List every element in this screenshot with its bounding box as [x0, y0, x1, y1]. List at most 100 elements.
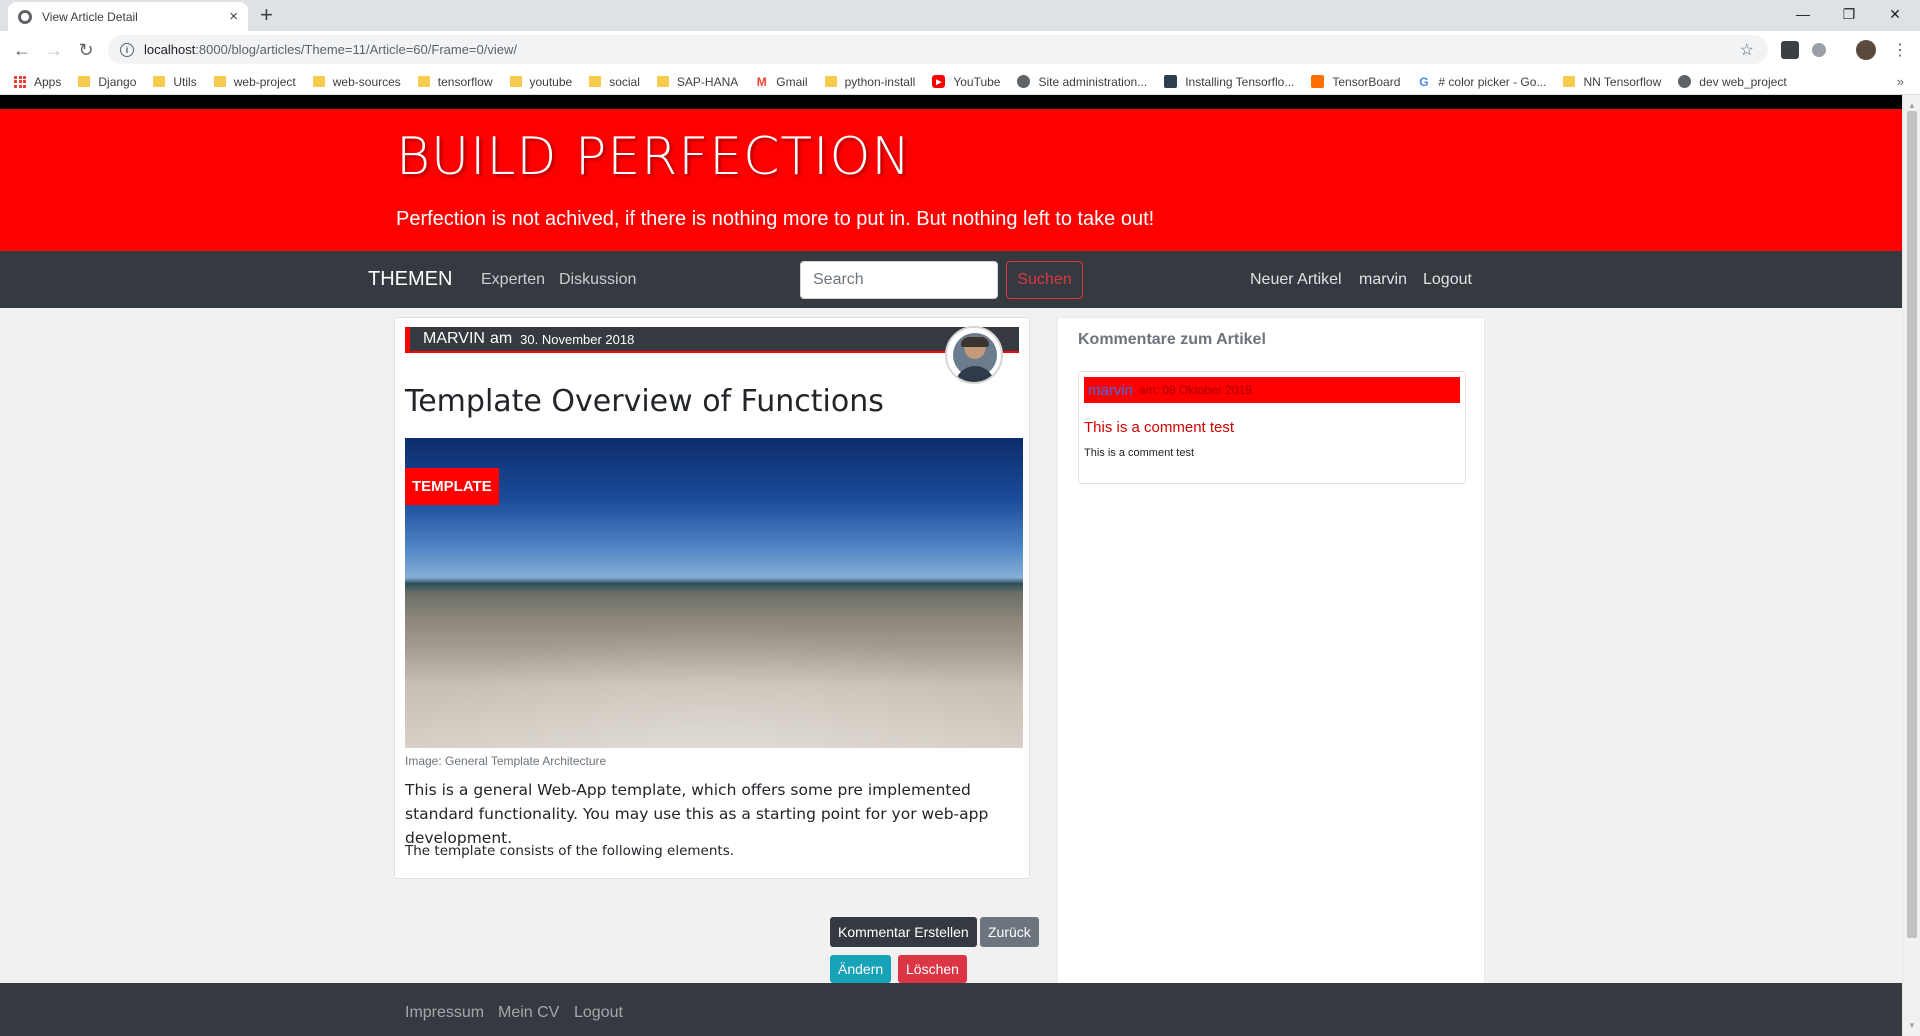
footer-link-impressum[interactable]: Impressum — [405, 1004, 484, 1022]
article-title: Template Overview of Functions — [405, 384, 884, 419]
bookmark-tensorflow[interactable]: tensorflow — [417, 74, 493, 89]
close-tab-icon[interactable]: × — [229, 8, 238, 25]
bookmark-dev-web-project[interactable]: dev web_project — [1678, 74, 1787, 89]
youtube-icon: ▶ — [932, 75, 946, 88]
nav-link-new-article[interactable]: Neuer Artikel — [1250, 271, 1342, 289]
create-comment-button[interactable]: Kommentar Erstellen — [830, 917, 977, 947]
restore-icon[interactable]: ❐ — [1826, 0, 1872, 28]
gmail-icon: M — [755, 74, 769, 89]
url-host: localhost — [144, 42, 196, 57]
bookmark-label: NN Tensorflow — [1583, 74, 1662, 89]
bookmark-label: web-sources — [332, 74, 401, 89]
bookmark-label: SAP-HANA — [676, 74, 739, 89]
back-button[interactable]: Zurück — [980, 917, 1039, 947]
bookmark-label: Apps — [34, 74, 62, 89]
delete-button[interactable]: Löschen — [898, 955, 967, 983]
bookmark-installing-tensorflow[interactable]: Installing Tensorflo... — [1164, 75, 1294, 89]
scroll-down-icon[interactable]: ▼ — [1908, 1021, 1916, 1030]
main-navbar: THEMEN Experten Diskussion Suchen Neuer … — [0, 251, 1902, 308]
menu-kebab-icon[interactable]: ⋮ — [1888, 38, 1912, 62]
article-lead: This is a general Web-App template, whic… — [405, 781, 989, 847]
folder-icon — [656, 76, 669, 87]
reload-icon[interactable]: ↻ — [74, 38, 98, 62]
article-card: MARVIN am 30. November 2018 Template Ove… — [394, 317, 1030, 879]
category-badge[interactable]: TEMPLATE — [405, 468, 499, 505]
comments-panel: Kommentare zum Artikel marvin am: 08 Okt… — [1057, 317, 1485, 1036]
comment-header: marvin am: 08 Oktober 2019 — [1084, 377, 1460, 403]
page-icon — [1164, 75, 1178, 88]
bookmark-site-admin[interactable]: Site administration... — [1017, 75, 1147, 89]
bookmark-youtube[interactable]: ▶ YouTube — [932, 75, 1000, 89]
web-page: BUILD PERFECTION Perfection is not achiv… — [0, 95, 1902, 1036]
author-avatar — [945, 326, 1003, 384]
bookmark-label: tensorflow — [437, 74, 493, 89]
nav-link-experten[interactable]: Experten — [481, 271, 545, 289]
folder-icon — [589, 76, 602, 87]
nav-link-diskussion[interactable]: Diskussion — [559, 271, 636, 289]
bookmark-sap-hana[interactable]: SAP-HANA — [656, 74, 739, 89]
image-sand-sheen — [405, 623, 1023, 748]
back-icon[interactable]: ← — [10, 38, 34, 62]
folder-icon — [417, 76, 430, 87]
bookmark-apps[interactable]: Apps — [14, 75, 61, 89]
comment-title: This is a comment test — [1084, 419, 1235, 436]
top-border — [0, 95, 1902, 109]
bookmark-color-picker[interactable]: G # color picker - Go... — [1417, 75, 1546, 89]
page-scrollbar[interactable]: ▲ ▼ — [1902, 95, 1920, 1036]
search-button[interactable]: Suchen — [1006, 261, 1083, 299]
new-tab-button[interactable]: + — [260, 3, 273, 27]
article-am: am — [489, 330, 513, 347]
bookmark-web-sources[interactable]: web-sources — [312, 74, 401, 89]
bookmark-nn-tensorflow[interactable]: NN Tensorflow — [1563, 75, 1661, 89]
bookmark-label: dev web_project — [1699, 74, 1787, 89]
bookmark-tensorboard[interactable]: TensorBoard — [1311, 75, 1400, 89]
bookmark-label: youtube — [529, 74, 573, 89]
nav-link-logout[interactable]: Logout — [1423, 271, 1472, 289]
bookmark-star-icon[interactable]: ☆ — [1740, 40, 1754, 60]
close-window-icon[interactable]: ✕ — [1872, 0, 1918, 28]
nav-link-user[interactable]: marvin — [1359, 271, 1407, 289]
article-date: 30. November 2018 — [520, 331, 635, 347]
tensorboard-icon — [1311, 75, 1325, 88]
folder-icon — [509, 76, 522, 87]
bookmark-label: social — [609, 74, 640, 89]
scroll-up-icon[interactable]: ▲ — [1908, 101, 1916, 110]
folder-icon — [78, 76, 91, 87]
comment-author[interactable]: marvin — [1088, 382, 1133, 399]
article-body: The template consists of the following e… — [405, 843, 735, 859]
bookmark-social[interactable]: social — [589, 75, 640, 89]
bookmarks-overflow-icon[interactable]: » — [1897, 74, 1904, 89]
tab-title: View Article Detail — [42, 9, 138, 24]
forward-icon[interactable]: → — [42, 38, 66, 62]
info-icon[interactable]: i — [120, 42, 134, 57]
scrollbar-thumb[interactable] — [1907, 111, 1917, 938]
bookmark-label: Site administration... — [1038, 74, 1148, 89]
folder-icon — [213, 76, 226, 87]
bookmark-label: YouTube — [953, 74, 1001, 89]
bookmark-python-install[interactable]: python-install — [824, 75, 915, 89]
comments-heading: Kommentare zum Artikel — [1078, 331, 1266, 348]
minimize-icon[interactable]: — — [1780, 0, 1826, 28]
edit-button[interactable]: Ändern — [830, 955, 892, 983]
bookmark-utils[interactable]: Utils — [153, 75, 197, 89]
puzzle-icon[interactable] — [1812, 43, 1826, 57]
folder-icon — [312, 76, 325, 87]
bookmark-label: web-project — [233, 74, 296, 89]
bookmark-django[interactable]: Django — [78, 75, 136, 89]
bookmark-youtube-folder[interactable]: youtube — [509, 74, 573, 89]
footer-link-cv[interactable]: Mein CV — [498, 1004, 559, 1022]
apps-grid-icon — [14, 75, 26, 88]
search-input[interactable] — [800, 261, 998, 299]
bookmark-label: Gmail — [776, 74, 808, 89]
bookmark-label: TensorBoard — [1332, 74, 1401, 89]
address-bar[interactable]: i localhost:8000/blog/articles/Theme=11/… — [108, 35, 1768, 64]
nav-brand-themen[interactable]: THEMEN — [368, 268, 452, 291]
browser-tab[interactable]: View Article Detail × — [8, 2, 248, 31]
globe-icon — [1017, 75, 1031, 88]
bookmark-web-project[interactable]: web-project — [213, 74, 296, 89]
extension-icon[interactable] — [1781, 41, 1799, 59]
comment-card: marvin am: 08 Oktober 2019 This is a com… — [1078, 371, 1466, 484]
profile-avatar-icon[interactable] — [1856, 40, 1876, 60]
bookmark-gmail[interactable]: M Gmail — [755, 74, 808, 89]
footer-link-logout[interactable]: Logout — [574, 1004, 623, 1022]
